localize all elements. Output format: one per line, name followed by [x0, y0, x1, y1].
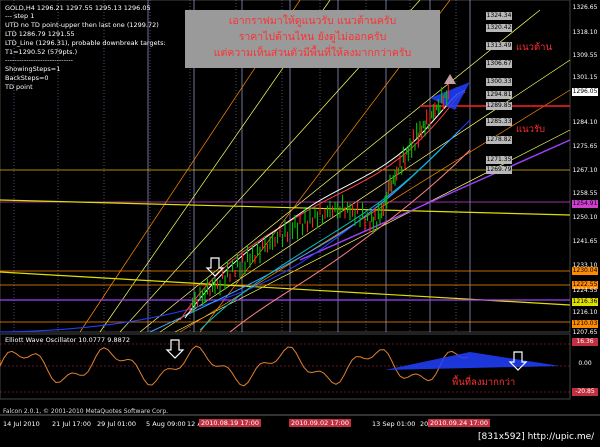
price-tag-orange: 1210.03: [572, 320, 598, 328]
td-point: TD point: [5, 83, 33, 91]
fib-level: 1306.67: [486, 60, 512, 68]
time-label: 14 Jul 2010: [3, 420, 40, 428]
time-label: 13 Sep 01:00: [372, 420, 416, 428]
fib-level: 1324.34: [486, 12, 512, 20]
time-label-highlight: 2010.08.19 17:00: [199, 419, 262, 427]
separator: -----------------------------: [5, 56, 74, 64]
time-label: 29 Jul 01:00: [97, 420, 136, 428]
price-tick: 1275.65: [572, 143, 598, 150]
moving-average: [149, 129, 461, 333]
oscillator-note: พื้นที่ลงมากกว่า: [452, 377, 516, 388]
price-tick: 1309.55: [572, 52, 598, 59]
fib-level: 1294.81: [486, 91, 512, 99]
price-tick: 1224.55: [572, 287, 598, 294]
price-tick: 1326.65: [572, 4, 598, 11]
fan-line: [159, 59, 571, 333]
watermark: [831x592] http://upic.me/: [478, 432, 595, 442]
time-label-highlight: 2010.09.24 17:00: [428, 419, 491, 427]
backsteps: BackSteps=0: [5, 74, 49, 82]
ltd-targets: LTD_Line (1296.31), probable downbreak t…: [5, 39, 166, 47]
osc-tick-low: -20.85: [572, 388, 598, 396]
price-tick: 1207.65: [572, 329, 598, 336]
price-tick: 1250.10: [572, 214, 598, 221]
time-label: 21 Jul 17:00: [52, 420, 91, 428]
price-tick: 1318.10: [572, 29, 598, 36]
fib-level: 1313.49: [486, 42, 512, 50]
oscillator-title: Elliott Wave Oscillator 10.0777 9.8872: [5, 336, 131, 344]
price-tick: 1258.55: [572, 190, 598, 197]
price-tick: 1241.65: [572, 238, 598, 245]
price-tag-yellow: 1216.36: [572, 298, 598, 306]
fib-level: 1320.42: [486, 24, 512, 32]
annotation-line-2: ราคาไปด้านไหน ยังดูไม่ออกครับ: [238, 31, 387, 43]
annotation-line-1: เอากราฟมาให้ดูแนวรับ แนวต้านครับ: [228, 15, 397, 27]
fib-level: 1300.33: [486, 78, 512, 86]
resistance-label: แนวต้าน: [516, 42, 552, 53]
annotation-line-3: แต่ความเห็นส่วนตัวมีพื้นที่ให้ลงมากกว่าค…: [213, 47, 412, 59]
osc-tick-zero: 0.00: [578, 360, 592, 367]
fib-level: 1271.35: [486, 156, 512, 164]
symbol-quote: GOLD,H4 1296.21 1297.55 1295.13 1296.05: [5, 4, 151, 12]
price-tag-magenta: 1254.91: [572, 200, 598, 208]
showing-steps: ShowingSteps=1: [5, 65, 61, 73]
oscillator-triangle: [385, 352, 560, 370]
ltd-line: LTD 1286.79 1291.55: [5, 30, 75, 38]
price-tick: 1284.10: [572, 119, 598, 126]
price-tick: 1301.15: [572, 74, 598, 81]
time-label: 5 Aug 09:00: [146, 420, 186, 428]
price-tag-orange: 1230.04: [572, 267, 598, 275]
moving-average: [229, 149, 471, 333]
price-tick: 1216.10: [572, 309, 598, 316]
fib-level: 1289.85: [486, 102, 512, 110]
t1-target: T1=1290.52 (579pts.): [5, 48, 78, 56]
step-label: --- step 1: [5, 12, 35, 20]
fib-level: 1278.82: [486, 136, 512, 144]
candlestick-series: [189, 83, 449, 313]
support-label: แนวรับ: [516, 124, 546, 135]
trend-line-purple: [299, 139, 571, 261]
price-tick: 1267.10: [572, 167, 598, 174]
utd-line: UTD no TD point-upper then last one (129…: [5, 21, 159, 29]
down-arrow-icon: [165, 339, 185, 359]
osc-tick-high: 16.36: [572, 338, 598, 346]
fib-level: 1269.79: [486, 166, 512, 174]
copyright: Falcon 2.0.1, © 2001-2010 MetaQuotes Sof…: [3, 408, 169, 415]
fib-level: 1285.33: [486, 118, 512, 126]
current-price-tag: 1296.05: [572, 88, 598, 96]
time-label-highlight: 2010.09.02 17:00: [289, 419, 352, 427]
